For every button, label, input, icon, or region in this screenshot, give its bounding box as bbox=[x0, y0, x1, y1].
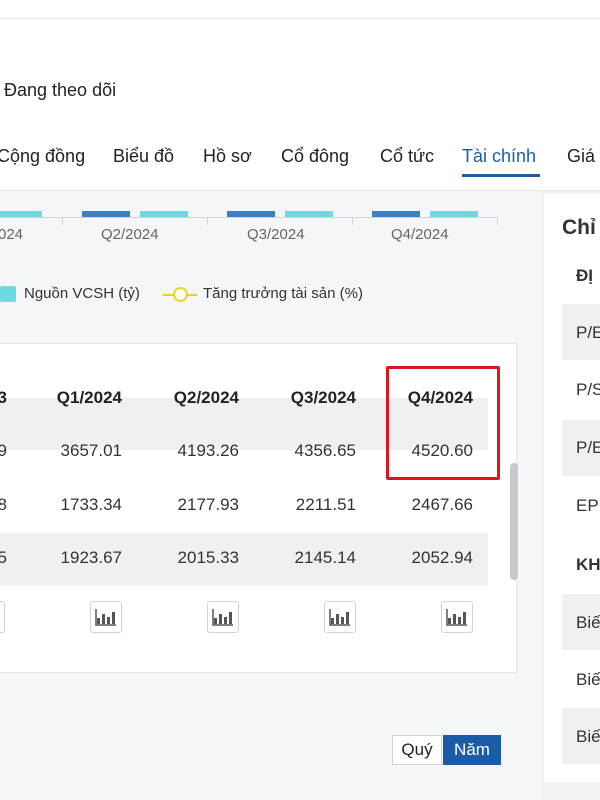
year-toggle-button[interactable]: Năm bbox=[443, 735, 501, 765]
table-cell: 8 bbox=[0, 495, 7, 514]
legend-swatch-equity bbox=[0, 286, 16, 302]
bar-chart-icon bbox=[329, 609, 350, 626]
x-tick-label: Q3/2024 bbox=[247, 226, 305, 243]
x-tick-label: Q2/2024 bbox=[101, 226, 159, 243]
tab-shareholders[interactable]: Cổ đông bbox=[281, 146, 349, 167]
quarter-toggle-button[interactable]: Quý bbox=[392, 735, 442, 765]
table-cell: 1733.34 bbox=[60, 495, 122, 514]
bar-chart-button[interactable] bbox=[441, 601, 473, 633]
follow-status[interactable]: Đang theo dõi bbox=[4, 80, 116, 101]
top-divider bbox=[0, 18, 600, 19]
column-header: Q1/2024 bbox=[56, 388, 122, 407]
table-cell: 9 bbox=[0, 441, 7, 460]
axis-tick bbox=[497, 217, 498, 225]
table-cell: 2177.93 bbox=[177, 495, 239, 514]
active-tab-indicator bbox=[462, 174, 540, 177]
x-tick-label: 024 bbox=[0, 226, 24, 243]
bar-chart-button[interactable] bbox=[90, 601, 122, 633]
table-cell: 2145.14 bbox=[294, 548, 356, 567]
table-cell: 2211.51 bbox=[295, 495, 356, 514]
bar-chart-button[interactable] bbox=[324, 601, 356, 633]
right-panel-item: Biế bbox=[576, 727, 600, 746]
x-tick-label: Q4/2024 bbox=[391, 226, 449, 243]
table-cell: 2467.66 bbox=[411, 495, 473, 514]
right-panel-item: P/S bbox=[576, 380, 600, 399]
tab-bar: Cộng đồng Biểu đồ Hồ sơ Cổ đông Cổ tức T… bbox=[0, 140, 600, 192]
legend-equity[interactable]: Nguồn VCSH (tỷ) bbox=[24, 285, 140, 302]
tab-price[interactable]: Giá bbox=[567, 146, 595, 167]
right-panel-title: Chỉ bbox=[562, 216, 596, 239]
tab-dividends[interactable]: Cổ tức bbox=[380, 146, 434, 167]
legend-asset-growth[interactable]: Tăng trưởng tài sản (%) bbox=[203, 285, 363, 302]
tab-profile[interactable]: Hồ sơ bbox=[203, 146, 252, 167]
table-cell: 4356.65 bbox=[294, 441, 356, 460]
bar-chart-button[interactable] bbox=[0, 601, 5, 633]
bar-chart-icon bbox=[446, 609, 467, 626]
legend-dot-growth bbox=[173, 287, 188, 302]
table-scrollbar[interactable] bbox=[510, 463, 518, 580]
right-panel-section: KH bbox=[576, 555, 600, 574]
table-cell: 4193.26 bbox=[177, 441, 239, 460]
right-panel-section: ĐỊ bbox=[576, 266, 593, 285]
highlight-box-q4 bbox=[386, 366, 500, 480]
table-cell: 5 bbox=[0, 548, 7, 567]
table-cell: 2015.33 bbox=[177, 548, 239, 567]
axis-tick bbox=[352, 217, 353, 225]
column-header: Q2/2024 bbox=[173, 388, 239, 407]
right-panel-item: Biế bbox=[576, 670, 600, 689]
bar-chart-icon bbox=[95, 609, 116, 626]
table-cell: 1923.67 bbox=[60, 548, 122, 567]
bar-chart-button[interactable] bbox=[207, 601, 239, 633]
axis-tick bbox=[207, 217, 208, 225]
right-panel-item: P/E bbox=[576, 323, 600, 342]
right-panel-item: EP bbox=[576, 496, 599, 515]
axis-tick bbox=[62, 217, 63, 225]
table-cell: 2052.94 bbox=[411, 548, 473, 567]
right-panel-item: P/E bbox=[576, 438, 600, 457]
column-header: Q3/2024 bbox=[290, 388, 356, 407]
bar-chart-icon bbox=[212, 609, 233, 626]
tab-community[interactable]: Cộng đồng bbox=[0, 146, 85, 167]
chart-x-axis bbox=[0, 217, 498, 218]
column-header: 3 bbox=[0, 388, 7, 407]
right-panel-item: Biế bbox=[576, 613, 600, 632]
tab-chart[interactable]: Biểu đồ bbox=[113, 146, 174, 167]
table-cell: 3657.01 bbox=[60, 441, 122, 460]
tab-financials[interactable]: Tài chính bbox=[462, 146, 536, 167]
